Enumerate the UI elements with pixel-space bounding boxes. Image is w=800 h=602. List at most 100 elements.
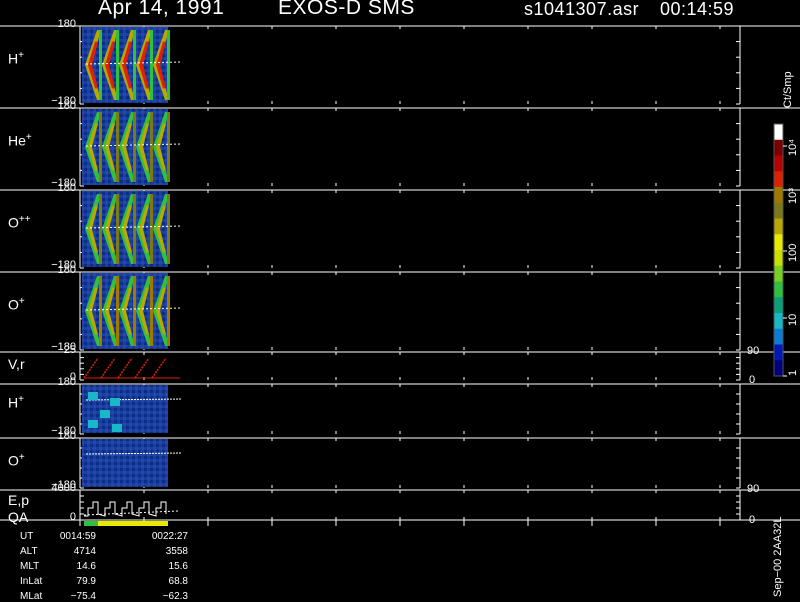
colorbar-tick-label: 10 (787, 313, 799, 326)
panel-label-sup: ++ (18, 214, 31, 225)
colorbar-tick-label: 100 (787, 243, 799, 262)
colorbar-swatch (774, 360, 783, 377)
energy-stripe (150, 30, 153, 100)
footer-row-name: InLat (20, 576, 43, 587)
panel-label-sup: + (18, 296, 25, 307)
date-title: Apr 14, 1991 (98, 0, 225, 19)
energy-stripe (150, 112, 153, 182)
energy-stripe (133, 194, 136, 264)
y-tick-top: 180 (57, 182, 76, 194)
colorbar-swatch (774, 313, 783, 330)
qa-bar-good (84, 521, 98, 526)
y-tick-top: 180 (57, 18, 76, 30)
colorbar (773, 123, 787, 377)
panel-label-text: O (8, 214, 19, 231)
file-name: s1041307.asr (524, 0, 640, 19)
y-tick-top: 4000 (51, 482, 76, 494)
y-tick-top: 180 (57, 430, 76, 442)
right-y-tick-bottom: 0 (749, 374, 756, 386)
colorbar-swatch (774, 155, 783, 172)
footer-row-end: 68.8 (168, 576, 188, 587)
right-y-tick-top: 90 (747, 483, 760, 495)
count-patch (88, 420, 98, 428)
footer-row-end: 3558 (165, 546, 188, 557)
y-tick-top: 25 (63, 344, 76, 356)
y-tick-top: 180 (57, 100, 76, 112)
energy-stripe (167, 194, 170, 264)
start-time: 00:14:59 (660, 0, 735, 19)
energy-stripe (167, 30, 170, 100)
instrument-title: EXOS-D SMS (278, 0, 415, 19)
colorbar-swatch (774, 124, 783, 141)
footer-row-start: −75.4 (70, 591, 96, 602)
colorbar-tick-label: 1 (787, 369, 799, 376)
footer-row-name: MLT (20, 561, 40, 572)
count-patch (100, 410, 110, 418)
colorbar-swatch (774, 171, 783, 188)
colorbar-swatch (774, 281, 783, 298)
panel-label-text: O (8, 452, 19, 469)
colorbar-swatch (774, 139, 783, 156)
panel-label-sup: + (18, 452, 25, 463)
colorbar-swatch (774, 344, 783, 361)
panel-label-text: He (8, 132, 26, 149)
footer-row-start: 79.9 (76, 576, 96, 587)
footer-row-end: −62.3 (162, 591, 188, 602)
footer-row-start: 0014:59 (59, 531, 96, 542)
panel-label-text: H (8, 50, 19, 67)
panel-label: H+ (8, 394, 24, 411)
footer-row-start: 14.6 (76, 561, 96, 572)
energy-stripe (150, 194, 153, 264)
colorbar-swatch (774, 328, 783, 345)
panel-label: E,p (8, 492, 29, 508)
footer-row-end: 0022:27 (151, 531, 188, 542)
panel-label: O+ (8, 296, 25, 313)
panel-label-text: H (8, 394, 19, 411)
energy-stripe (99, 30, 102, 100)
side-identifier: Sep−00 2AA32L (772, 516, 784, 597)
energy-stripe (133, 112, 136, 182)
energy-stripe (116, 112, 119, 182)
energy-stripe (133, 276, 136, 346)
data-layer (82, 27, 183, 526)
colorbar-swatch (774, 297, 783, 314)
colorbar-swatch (774, 265, 783, 282)
colorbar-tick-label: 10³ (787, 188, 799, 204)
colorbar-swatch (774, 218, 783, 235)
footer-row-name: MLat (20, 591, 43, 602)
colorbar-swatch (774, 187, 783, 204)
count-patch (110, 398, 120, 406)
colorbar-swatch (774, 202, 783, 219)
panel-label: V,r (8, 356, 25, 372)
energy-stripe (167, 276, 170, 346)
count-patch (88, 392, 98, 400)
energy-stripe (116, 194, 119, 264)
footer-row-start: 4714 (73, 546, 96, 557)
energy-stripe (116, 30, 119, 100)
energy-step-trace (84, 501, 167, 517)
qa-bar-fair (98, 521, 168, 526)
right-y-tick-top: 90 (747, 345, 760, 357)
panel-label-text: V,r (8, 356, 25, 372)
energy-stripe (99, 112, 102, 182)
count-patch (112, 424, 122, 432)
panel-label: H+ (8, 50, 24, 67)
y-tick-bottom: 0 (69, 511, 76, 523)
right-y-tick-bottom: 0 (749, 514, 756, 526)
energy-stripe (167, 112, 170, 182)
colorbar-title: Ct/Smp (782, 71, 794, 108)
panel-label-sup: + (25, 132, 32, 143)
footer-row-end: 15.6 (168, 561, 188, 572)
panel-label-text: E,p (8, 492, 30, 508)
colorbar-swatch (774, 234, 783, 251)
energy-stripe (116, 276, 119, 346)
panel-label: O+ (8, 452, 25, 469)
y-tick-top: 180 (57, 376, 76, 388)
spectrogram-plot (0, 25, 800, 526)
panel-label-sup: + (18, 394, 24, 405)
energy-stripe (133, 30, 136, 100)
colorbar-tick-label: 10⁴ (787, 139, 799, 156)
energy-stripe (150, 276, 153, 346)
energy-stripe (99, 276, 102, 346)
velocity-trace (83, 357, 167, 379)
